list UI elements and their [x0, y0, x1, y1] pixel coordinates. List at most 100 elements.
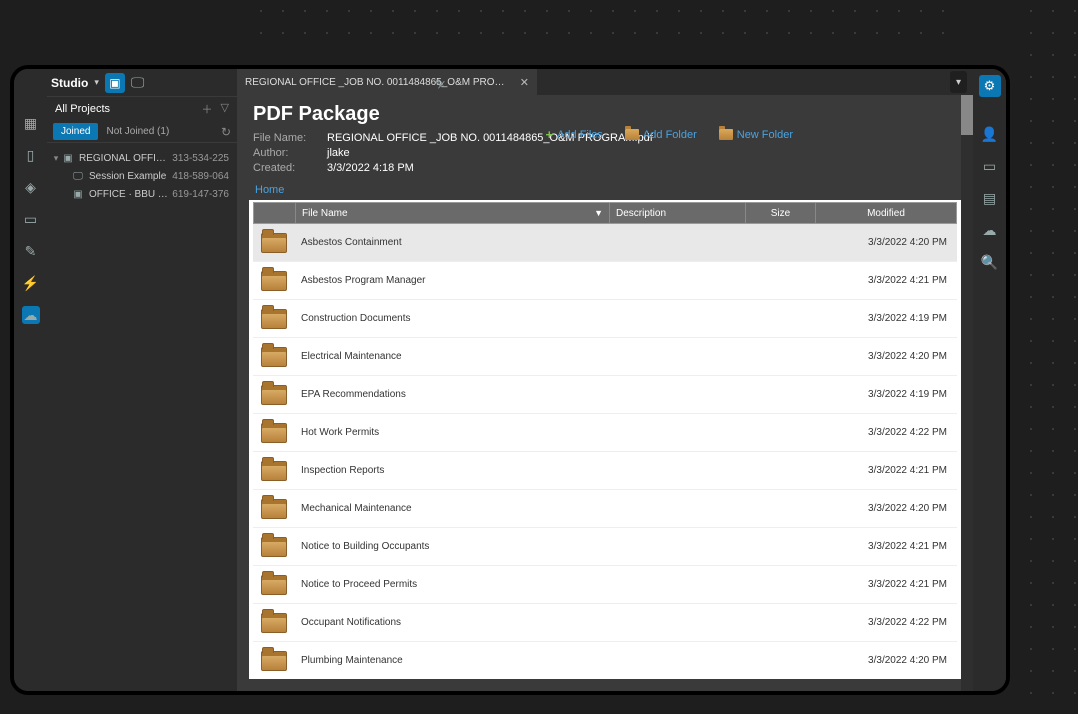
folder-icon [625, 129, 639, 140]
folder-icon [261, 385, 287, 405]
table-row[interactable]: Notice to Proceed Permits3/3/2022 4:21 P… [253, 566, 957, 604]
document-tab-label: REGIONAL OFFICE _JOB NO. 0011484865_O&M … [245, 77, 512, 88]
studio-header: Studio ▾ ▣ 🖵 [47, 69, 237, 97]
folder-icon [261, 575, 287, 595]
projects-header: All Projects ＋ ▽ [47, 97, 237, 121]
table-row[interactable]: Asbestos Containment3/3/2022 4:20 PM [253, 224, 957, 262]
page-icon[interactable]: ▯ [22, 146, 40, 164]
projects-view-icon[interactable]: ▣ [105, 73, 125, 93]
created-value: 3/3/2022 4:18 PM [327, 162, 414, 174]
tree-session-item[interactable]: 🖵 Session Example 418-589-064 [51, 167, 233, 185]
monitor-icon[interactable]: 🖵 [131, 74, 145, 91]
row-icon [253, 309, 295, 329]
grid-icon[interactable]: ▦ [22, 114, 40, 132]
folder-icon [719, 129, 733, 140]
project-icon: ▣ [71, 189, 85, 200]
cloud-sync-icon[interactable]: ☁ [981, 221, 999, 239]
breadcrumb-home[interactable]: Home [255, 184, 284, 196]
row-file-name: Construction Documents [295, 313, 611, 324]
row-file-name: Asbestos Containment [295, 237, 611, 248]
close-icon[interactable]: ✕ [520, 76, 529, 89]
col-modified[interactable]: Modified [816, 203, 956, 223]
author-label: Author: [253, 147, 313, 159]
add-files-label: Add Files [557, 129, 603, 141]
document-tab[interactable]: REGIONAL OFFICE _JOB NO. 0011484865_O&M … [237, 69, 537, 95]
table-row[interactable]: Asbestos Program Manager3/3/2022 4:21 PM [253, 262, 957, 300]
col-file-name-label: File Name [302, 208, 348, 219]
vertical-scrollbar[interactable] [961, 95, 973, 691]
col-description[interactable]: Description [610, 203, 746, 223]
add-folder-button[interactable]: Add Folder [625, 127, 697, 142]
pencil-icon[interactable]: ✎ [22, 242, 40, 260]
gear-icon[interactable]: ⚙ [979, 75, 1001, 97]
row-icon [253, 271, 295, 291]
document-tabbar: REGIONAL OFFICE _JOB NO. 0011484865_O&M … [237, 69, 973, 95]
user-icon[interactable]: 👤 [981, 125, 999, 143]
row-modified: 3/3/2022 4:22 PM [817, 427, 957, 438]
table-row[interactable]: Mechanical Maintenance3/3/2022 4:20 PM [253, 490, 957, 528]
tree-project-root[interactable]: ▾ ▣ REGIONAL OFFICE TER... 313-534-225 [51, 149, 233, 167]
add-files-button[interactable]: + Add Files [545, 127, 602, 142]
breadcrumb: Home [237, 178, 973, 200]
tab-not-joined[interactable]: Not Joined (1) [98, 123, 177, 140]
folder-icon [261, 423, 287, 443]
row-icon [253, 461, 295, 481]
search-icon[interactable]: 🔍 [981, 253, 999, 271]
col-icon[interactable] [254, 203, 296, 223]
row-modified: 3/3/2022 4:19 PM [817, 389, 957, 400]
new-folder-button[interactable]: New Folder [719, 127, 793, 142]
table-row[interactable]: EPA Recommendations 3/3/2022 4:19 PM [253, 376, 957, 414]
scrollbar-thumb[interactable] [961, 95, 973, 135]
sheet-icon[interactable]: ▤ [981, 189, 999, 207]
project-tabs: Joined Not Joined (1) ↻ [47, 121, 237, 143]
app-window: ▦ ▯ ◈ ▭ ✎ ⚡ ☁ Studio ▾ ▣ 🖵 All Projects … [10, 65, 1010, 695]
row-file-name: Electrical Maintenance [295, 351, 611, 362]
table-row[interactable]: Inspection Reports3/3/2022 4:21 PM [253, 452, 957, 490]
row-file-name: Plumbing Maintenance [295, 655, 611, 666]
row-icon [253, 423, 295, 443]
add-project-icon[interactable]: ＋ [202, 101, 213, 117]
folder-icon [261, 537, 287, 557]
tab-joined[interactable]: Joined [53, 123, 98, 140]
row-modified: 3/3/2022 4:20 PM [817, 351, 957, 362]
chevron-down-icon[interactable]: ▾ [94, 77, 99, 88]
project-icon: ▣ [61, 153, 75, 164]
tree-item-label: OFFICE · BBU T5 Job No... [89, 189, 172, 200]
briefcase-icon[interactable]: ▭ [22, 210, 40, 228]
table-row[interactable]: Construction Documents3/3/2022 4:19 PM [253, 300, 957, 338]
add-folder-label: Add Folder [643, 129, 697, 141]
projects-title: All Projects [55, 103, 110, 115]
background-dots [1020, 0, 1078, 714]
bolt-icon[interactable]: ⚡ [22, 274, 40, 292]
col-file-name[interactable]: File Name ▼ [296, 203, 610, 223]
row-icon [253, 347, 295, 367]
right-icon-rail: ⚙ 👤 ▭ ▤ ☁ 🔍 [973, 69, 1006, 691]
page-title: PDF Package [253, 103, 957, 126]
table-row[interactable]: Plumbing Maintenance 3/3/2022 4:20 PM [253, 642, 957, 675]
table-row[interactable]: Notice to Building Occupants3/3/2022 4:2… [253, 528, 957, 566]
folder-icon [261, 271, 287, 291]
tree-project-item[interactable]: ▣ OFFICE · BBU T5 Job No... 619-147-376 [51, 185, 233, 203]
tab-selector[interactable]: ▾ [950, 71, 967, 93]
col-size[interactable]: Size [746, 203, 816, 223]
studio-label: Studio [51, 76, 88, 90]
tree-item-id: 418-589-064 [172, 171, 233, 182]
table-row[interactable]: Electrical Maintenance 3/3/2022 4:20 PM [253, 338, 957, 376]
filter-icon[interactable]: ▽ [221, 101, 229, 117]
table-body: Asbestos Containment3/3/2022 4:20 PMAsbe… [253, 224, 957, 675]
table-row[interactable]: Hot Work Permits3/3/2022 4:22 PM [253, 414, 957, 452]
edit-pencil-icon[interactable]: ✎̷ [435, 77, 445, 91]
created-label: Created: [253, 162, 313, 174]
twisty-icon[interactable]: ▾ [51, 153, 61, 164]
row-modified: 3/3/2022 4:20 PM [817, 655, 957, 666]
table-row[interactable]: Occupant Notifications3/3/2022 4:22 PM [253, 604, 957, 642]
layers-icon[interactable]: ◈ [22, 178, 40, 196]
file-table-panel: File Name ▼ Description Size Modified As… [249, 200, 961, 679]
cloud-icon[interactable]: ☁ [22, 306, 40, 324]
left-icon-rail: ▦ ▯ ◈ ▭ ✎ ⚡ ☁ [14, 69, 47, 691]
comment-icon[interactable]: ▭ [981, 157, 999, 175]
session-icon: 🖵 [71, 171, 85, 182]
row-file-name: EPA Recommendations [295, 389, 611, 400]
refresh-icon[interactable]: ↻ [221, 125, 231, 139]
tree-item-label: REGIONAL OFFICE TER... [79, 153, 172, 164]
